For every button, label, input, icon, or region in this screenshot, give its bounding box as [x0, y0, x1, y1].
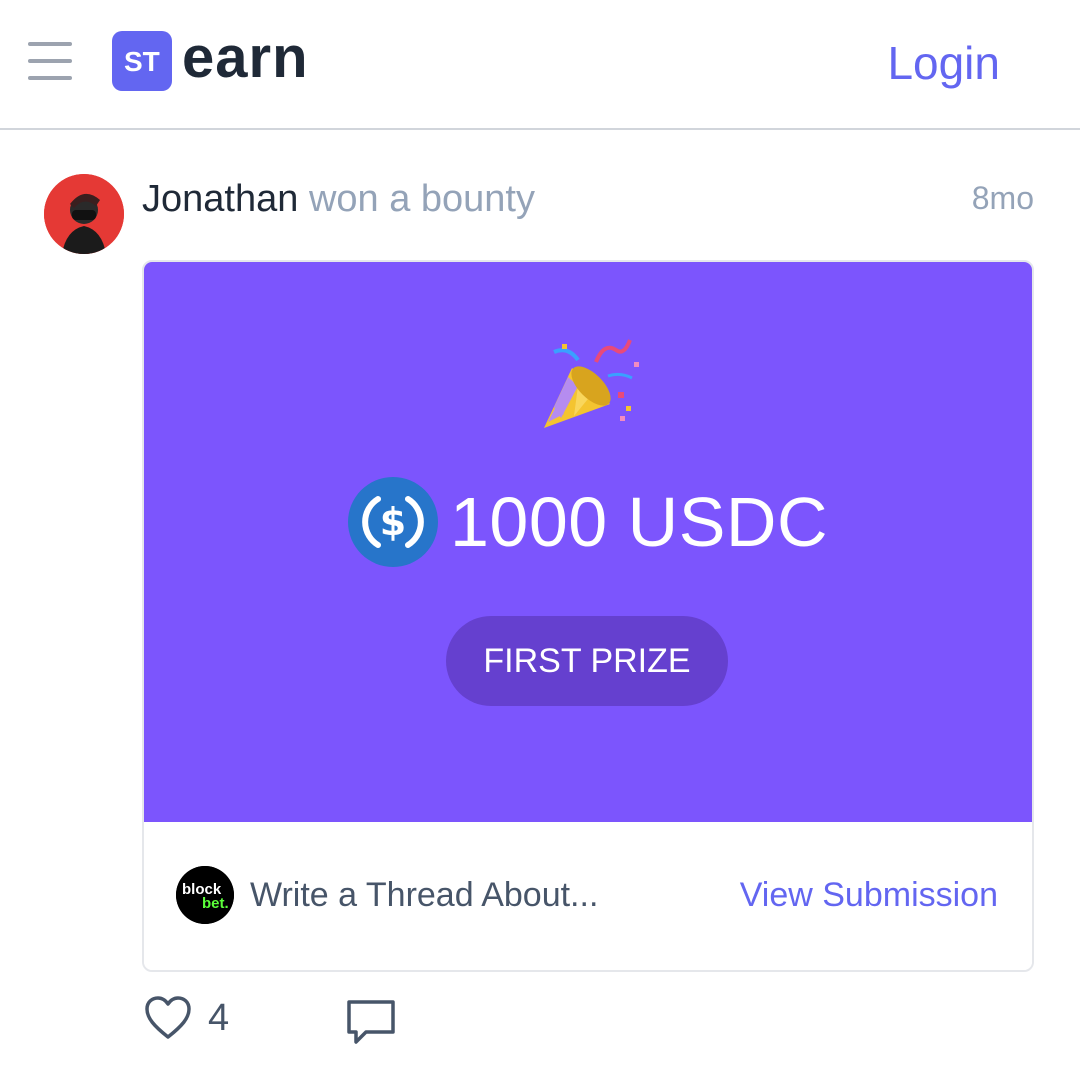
earn-logo[interactable]: ST earn [112, 25, 309, 92]
comment-button[interactable] [344, 996, 398, 1050]
top-header: ST earn Login [0, 0, 1080, 130]
svg-text:$: $ [380, 500, 406, 544]
login-button[interactable]: Login [887, 36, 1000, 90]
feed-headline: Jonathan won a bounty [142, 176, 535, 222]
logo-icon: ST [112, 31, 172, 91]
svg-text:bet.: bet. [202, 895, 229, 912]
amount-text: 1000 USDC [449, 483, 828, 561]
like-count: 4 [208, 996, 230, 1039]
svg-text:ST: ST [124, 46, 160, 77]
comment-icon [347, 1000, 395, 1044]
prize-amount: $ 1000 USDC [144, 477, 1032, 567]
card-hero: $ 1000 USDC FIRST PRIZE [144, 262, 1032, 822]
user-name[interactable]: Jonathan [142, 178, 298, 220]
timestamp: 8mo [971, 180, 1034, 216]
menu-icon[interactable] [28, 40, 74, 82]
view-submission-link[interactable]: View Submission [740, 876, 998, 915]
card-footer: block bet. Write a Thread About... View … [144, 822, 1032, 970]
party-popper-icon [544, 339, 639, 428]
heart-icon [145, 996, 191, 1039]
listing-title[interactable]: Write a Thread About... [250, 876, 598, 915]
logo-text: earn [182, 25, 309, 90]
usdc-coin-icon: $ [347, 477, 438, 567]
bounty-win-card[interactable]: $ 1000 USDC FIRST PRIZE block bet. Write… [142, 260, 1034, 972]
avatar[interactable] [44, 174, 124, 254]
like-button[interactable]: 4 [144, 996, 229, 1040]
feed-action-text: won a bounty [308, 178, 535, 220]
prize-badge: FIRST PRIZE [446, 616, 728, 706]
sponsor-logo: block bet. [176, 866, 234, 924]
